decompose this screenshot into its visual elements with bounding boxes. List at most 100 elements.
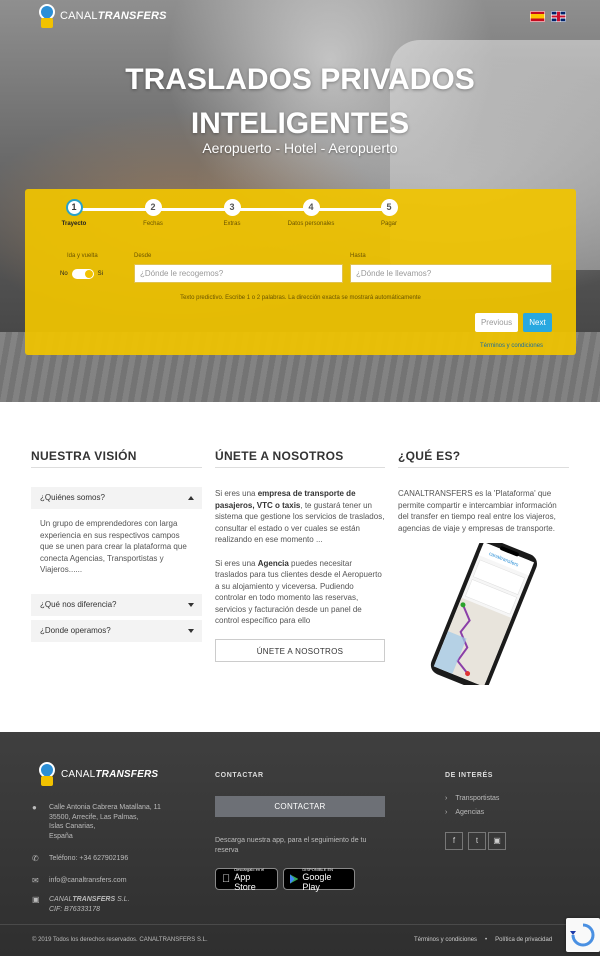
phone-app-image: canaltransfers (430, 543, 537, 685)
join-paragraph-agency: Si eres una Agencia puedes necesitar tra… (215, 558, 385, 627)
step-label: Fechas (143, 221, 163, 227)
footer-address: ● Calle Antonia Cabrera Matallana, 11 35… (32, 803, 161, 841)
accordion-donde-operamos[interactable]: ¿Donde operamos? (31, 619, 202, 642)
address-line: Calle Antonia Cabrera Matallana, 11 (49, 804, 161, 811)
accordion-label: ¿Qué nos diferencia? (40, 599, 117, 609)
logo-text-light: CANAL (60, 10, 98, 22)
step-extras[interactable]: 3 Extras (202, 199, 262, 227)
to-input[interactable]: ¿Dónde le llevamos? (350, 264, 552, 283)
email-link[interactable]: info@canaltransfers.com (49, 876, 127, 886)
accordion-body: Un grupo de emprendedores con larga expe… (40, 519, 187, 574)
english-flag-icon[interactable] (551, 11, 566, 22)
from-input[interactable]: ¿Dónde le recogemos? (134, 264, 343, 283)
accordion-label: ¿Donde operamos? (40, 625, 111, 635)
company-text-bold: TRANSFERS (72, 896, 116, 903)
recaptcha-badge-icon[interactable] (566, 918, 600, 952)
google-play-button[interactable]: DISPONIBLE EN Google Play (283, 867, 355, 892)
accordion-quienes-somos[interactable]: ¿Quiénes somos? (31, 487, 202, 509)
interest-link-agencias[interactable]: › Agencias (445, 808, 484, 818)
from-label: Desde (134, 253, 152, 259)
text: Si eres una (215, 489, 258, 498)
privacy-link[interactable]: Política de privacidad (495, 937, 552, 943)
logo-pin-icon (35, 758, 59, 786)
company-text: S.L. (115, 896, 130, 903)
site-footer: CANALTRANSFERS ● Calle Antonia Cabrera M… (0, 732, 600, 956)
vision-title: NUESTRA VISIÓN (31, 449, 202, 468)
step-datos-personales[interactable]: 4 Datos personales (281, 199, 341, 227)
interest-title: DE INTERÉS (445, 772, 494, 779)
next-button[interactable]: Next (523, 313, 552, 332)
text: Si eres una (215, 558, 258, 568)
caret-down-icon (188, 602, 194, 607)
map-pin-icon: ● (32, 803, 37, 812)
footer-email: ✉ info@canaltransfers.com (32, 876, 127, 886)
join-column: ÚNETE A NOSOTROS Si eres una empresa de … (215, 449, 385, 662)
footer-company: ▣ CANALTRANSFERS S.L. CIF: B76333178 (32, 895, 130, 914)
roundtrip-toggle-row: No Si (60, 269, 103, 279)
interest-link-label: Transportistas (455, 795, 500, 802)
twitter-icon[interactable]: t (468, 832, 486, 850)
hero-banner: CANALTRANSFERS TRASLADOS PRIVADOS INTELI… (0, 0, 600, 402)
terms-link[interactable]: Términos y condiciones (414, 937, 477, 943)
cif-text: CIF: B76333178 (49, 905, 100, 913)
step-label: Extras (223, 221, 241, 227)
booking-panel: 1 Trayecto 2 Fechas 3 Extras 4 Datos per… (25, 189, 576, 355)
caret-up-icon (188, 496, 194, 500)
logo-text-bold: TRANSFERS (95, 768, 159, 780)
accordion-que-nos-diferencia[interactable]: ¿Qué nos diferencia? (31, 593, 202, 616)
contact-button[interactable]: CONTACTAR (215, 796, 385, 817)
hero-title: TRASLADOS PRIVADOS INTELIGENTES (0, 58, 600, 146)
accordion-label: ¿Quiénes somos? (40, 493, 105, 502)
address-line: 35500, Arrecife, Las Palmas, (49, 813, 139, 821)
previous-button[interactable]: Previous (475, 313, 518, 332)
step-label: Pagar (380, 221, 397, 227)
phone-text[interactable]: Teléfono: +34 627902196 (49, 854, 128, 864)
chevron-right-icon: › (445, 795, 448, 802)
separator-dot: • (485, 937, 488, 943)
text-bold: Agencia (257, 558, 289, 568)
join-paragraph-transport: Si eres una empresa de transporte de pas… (215, 488, 385, 546)
footer-logo[interactable]: CANALTRANSFERS (35, 758, 159, 786)
roundtrip-toggle[interactable] (71, 269, 94, 279)
language-switcher (530, 11, 566, 22)
site-logo[interactable]: CANALTRANSFERS (35, 0, 167, 28)
roundtrip-label: Ida y vuelta (67, 253, 98, 259)
step-number: 3 (223, 199, 241, 216)
address-line: Islas Canarias, (49, 823, 96, 830)
booking-steps: 1 Trayecto 2 Fechas 3 Extras 4 Datos per… (25, 199, 576, 239)
company-text: CANAL (49, 896, 73, 903)
interest-link-label: Agencias (455, 809, 485, 816)
interest-link-transportistas[interactable]: › Transportistas (445, 794, 499, 804)
instagram-icon[interactable]: ▣ (488, 832, 506, 850)
step-number: 1 (65, 199, 83, 216)
logo-pin-icon (35, 0, 59, 28)
phone-icon: ✆ (32, 854, 39, 863)
step-trayecto[interactable]: 1 Trayecto (44, 199, 104, 227)
to-label: Hasta (350, 253, 366, 259)
facebook-icon[interactable]: f (445, 832, 463, 850)
logo-text-light: CANAL (61, 768, 96, 780)
spanish-flag-icon[interactable] (530, 11, 545, 22)
footer-phone: ✆ Teléfono: +34 627902196 (32, 854, 128, 864)
bank-icon: ▣ (32, 895, 40, 904)
join-button[interactable]: ÚNETE A NOSOTROS (215, 638, 385, 662)
text: puedes necesitar traslados para tus clie… (215, 558, 382, 626)
vision-column: NUESTRA VISIÓN ¿Quiénes somos? Un grupo … (31, 449, 202, 642)
step-label: Trayecto (61, 221, 87, 227)
app-store-button[interactable]:  Descárgalo en el App Store (215, 867, 278, 892)
step-number: 5 (380, 199, 398, 216)
apple-icon:  (222, 873, 230, 885)
step-pagar[interactable]: 5 Pagar (359, 199, 419, 227)
step-label: Datos personales (287, 221, 335, 227)
logo-text-bold: TRANSFERS (97, 10, 167, 22)
step-fechas[interactable]: 2 Fechas (123, 199, 183, 227)
legal-links: Términos y condiciones • Política de pri… (414, 937, 552, 943)
footer-bottom-bar: © 2019 Todos los derechos reservados. CA… (0, 924, 600, 956)
store-big-text: Google Play (302, 871, 332, 892)
hero-title-line1: TRASLADOS PRIVADOS (125, 63, 475, 96)
join-title: ÚNETE A NOSOTROS (215, 449, 385, 468)
booking-terms-link[interactable]: Términos y condiciones (480, 343, 543, 349)
envelope-icon: ✉ (32, 876, 39, 885)
what-title: ¿QUÉ ES? (398, 449, 569, 468)
app-download-text: Descarga nuestra app, para el seguimient… (215, 837, 367, 854)
